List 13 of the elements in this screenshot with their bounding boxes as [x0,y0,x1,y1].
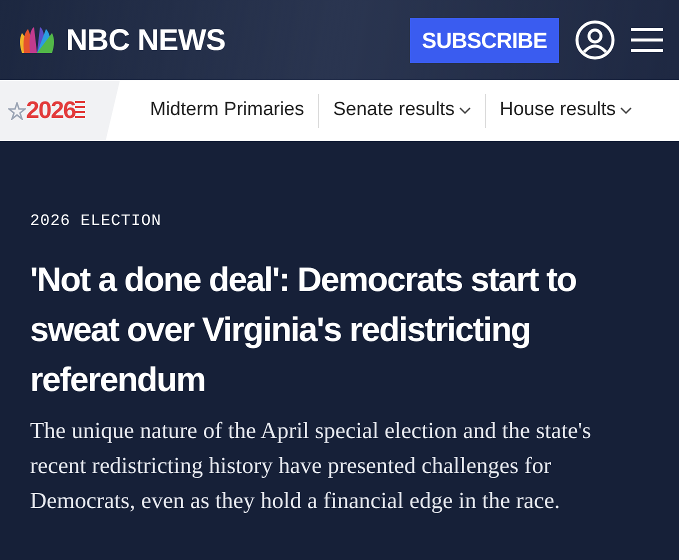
nav-link[interactable]: Midterm Primaries [136,96,318,125]
nav-link[interactable]: House results [486,96,646,125]
headline: 'Not a done deal': Democrats start to sweat over Virginia's redistricting referendum [30,260,578,401]
menu-icon[interactable] [631,27,663,53]
account-icon[interactable] [575,20,615,60]
chevron-down-icon [620,106,632,114]
section-label[interactable]: 2026 ELECTION [30,209,649,233]
nav-link[interactable]: Senate results [319,96,485,125]
subscribe-button[interactable]: SUBSCRIBE [410,18,559,62]
logo-text[interactable]: NBC NEWS [66,18,226,62]
article-summary: The unique nature of the April special election and the state's recent redistricting history have presented challenges for Democrats, even as they hold a financial edge in the race. [30,417,592,515]
election-badge[interactable]: 2026 [0,80,120,141]
chevron-down-icon [458,106,471,114]
